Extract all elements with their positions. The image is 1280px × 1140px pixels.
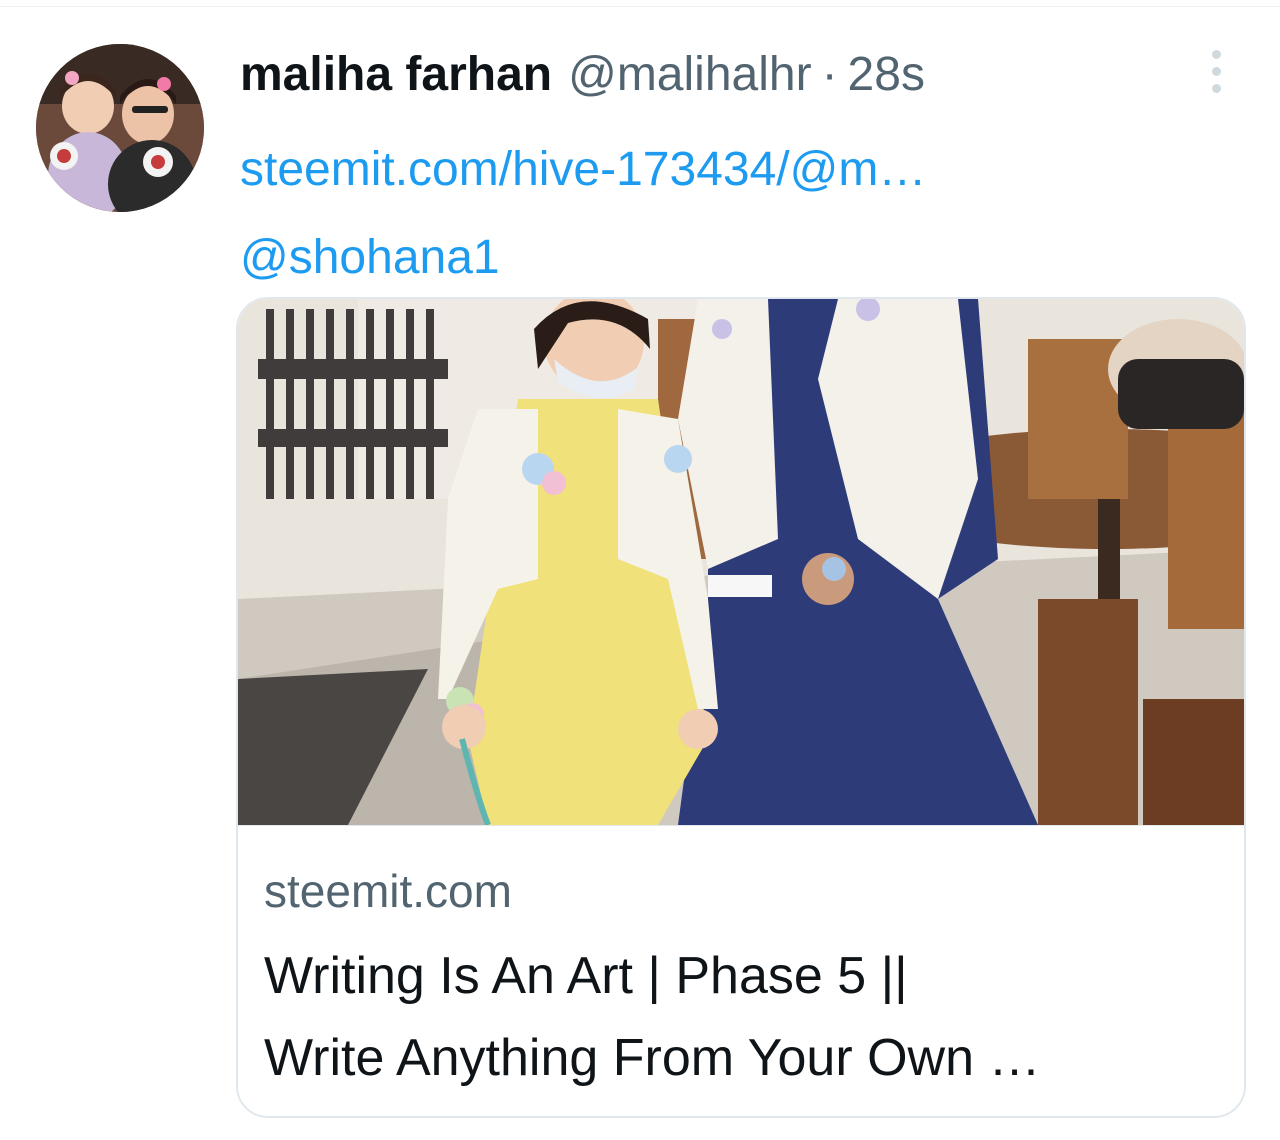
more-dot — [1212, 50, 1221, 59]
more-vertical-icon[interactable] — [1196, 44, 1240, 100]
card-title-line: Write Anything From Your Own … — [264, 1029, 1041, 1087]
handle[interactable]: @malihalhr — [568, 45, 811, 105]
timestamp[interactable]: 28s — [848, 45, 925, 105]
avatar[interactable] — [36, 44, 204, 212]
link-card[interactable]: steemit.com Writing Is An Art | Phase 5 … — [236, 297, 1246, 1118]
card-title-line: Writing Is An Art | Phase 5 || — [264, 947, 908, 1005]
separator-dot: · — [821, 48, 838, 101]
more-dot — [1212, 67, 1221, 76]
card-image — [238, 299, 1244, 825]
tweet[interactable]: maliha farhan @malihalhr · 28s steemit.c… — [0, 0, 1280, 1140]
card-divider — [238, 825, 1244, 826]
display-name[interactable]: maliha farhan — [240, 45, 552, 105]
card-domain: steemit.com — [264, 865, 512, 917]
steemit-link[interactable]: steemit.com/hive-173434/@m… — [240, 126, 926, 214]
tweet-header: maliha farhan @malihalhr · 28s — [240, 40, 925, 110]
avatar-photo — [36, 44, 204, 212]
card-photo — [238, 299, 1244, 825]
tweet-text: steemit.com/hive-173434/@m… @shohana1 — [240, 126, 926, 302]
more-dot — [1212, 84, 1221, 93]
mention-link[interactable]: @shohana1 — [240, 214, 926, 302]
card-title: Writing Is An Art | Phase 5 || Write Any… — [264, 935, 1214, 1099]
